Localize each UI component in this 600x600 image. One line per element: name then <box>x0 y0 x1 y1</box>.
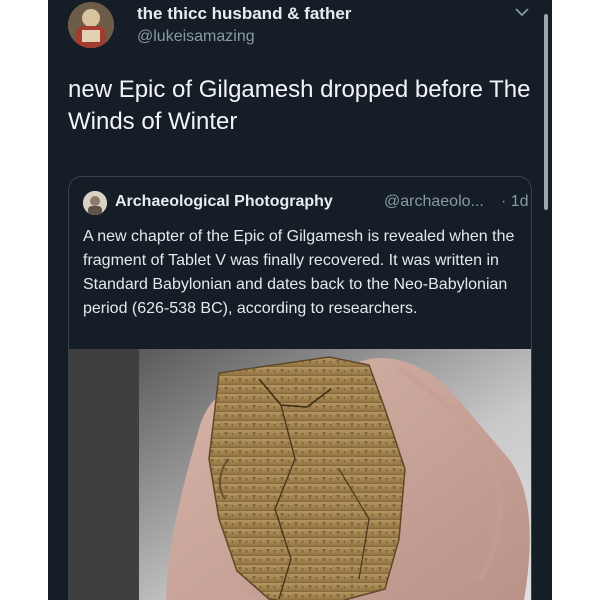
tablet-photo <box>69 349 531 600</box>
quoted-tweet[interactable]: Archaeological Photography @archaeolo...… <box>68 176 532 600</box>
quoted-timestamp[interactable]: · 1d <box>501 193 529 211</box>
quoted-author-avatar[interactable] <box>83 191 107 215</box>
quoted-author-handle[interactable]: @archaeolo... <box>384 193 484 211</box>
author-avatar[interactable] <box>68 2 114 48</box>
scrollbar[interactable] <box>544 14 548 210</box>
quoted-author-name[interactable]: Archaeological Photography <box>115 193 333 211</box>
quoted-tweet-text: A new chapter of the Epic of Gilgamesh i… <box>83 228 515 317</box>
chevron-down-icon[interactable] <box>514 6 530 18</box>
author-handle[interactable]: @lukeisamazing <box>137 28 255 46</box>
tweet-text: new Epic of Gilgamesh dropped before The… <box>68 76 531 135</box>
quoted-tweet-image[interactable] <box>69 349 531 600</box>
tweet-header: the thicc husband & father @lukeisamazin… <box>68 0 532 60</box>
quoted-tweet-header: Archaeological Photography @archaeolo...… <box>83 191 529 217</box>
avatar-image <box>68 2 114 48</box>
tweet-card: the thicc husband & father @lukeisamazin… <box>48 0 552 600</box>
author-name[interactable]: the thicc husband & father <box>137 4 351 24</box>
quoted-avatar-image <box>83 191 107 215</box>
